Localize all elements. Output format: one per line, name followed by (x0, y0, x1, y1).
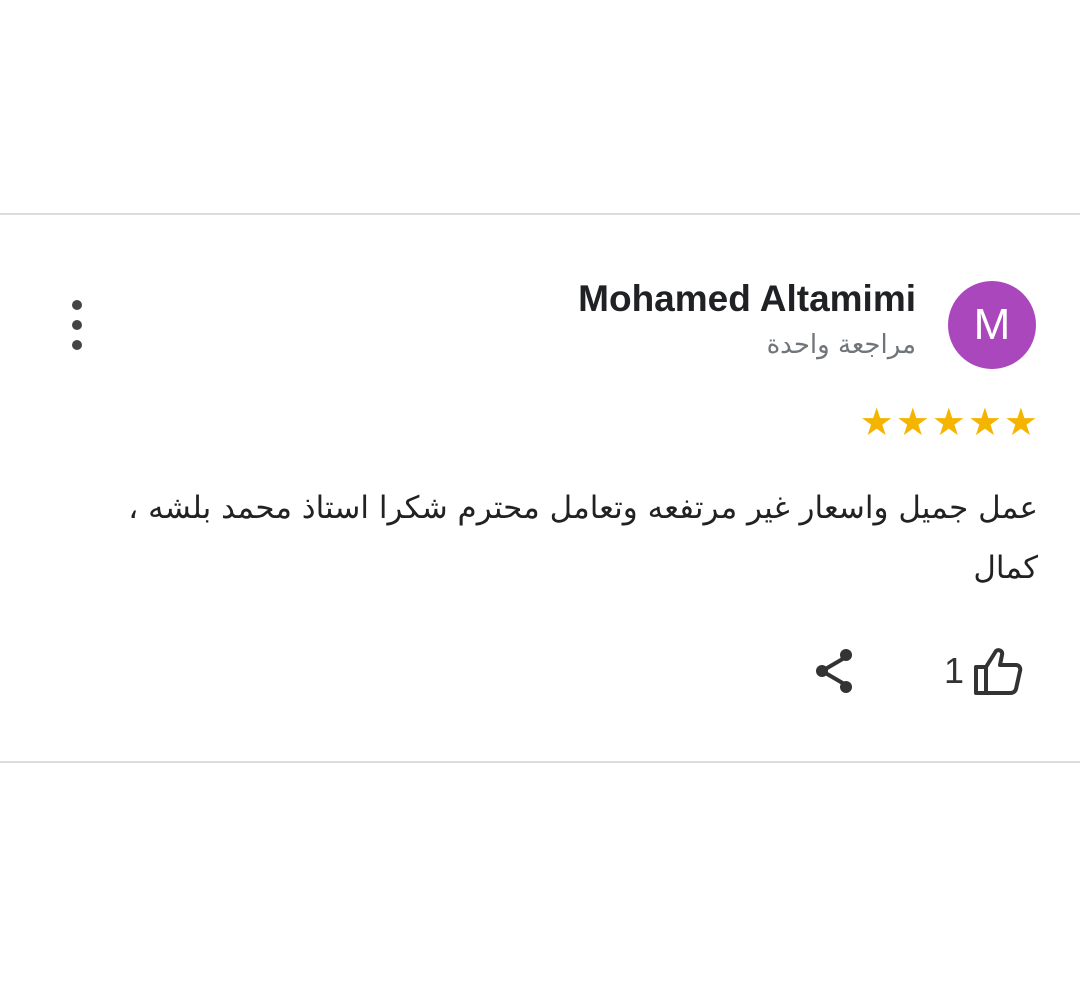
share-icon[interactable] (808, 645, 860, 697)
top-divider (0, 213, 1080, 215)
star-icon: ★ (931, 400, 966, 444)
thumb-up-icon (972, 645, 1024, 697)
more-vert-icon-dot (72, 340, 82, 350)
star-icon: ★ (967, 400, 1002, 444)
more-vert-icon (72, 300, 82, 310)
more-options-button[interactable] (62, 300, 92, 350)
star-rating: ★ ★ ★ ★ ★ (860, 400, 1038, 444)
reviewer-name[interactable]: Mohamed Altamimi (578, 278, 916, 320)
star-icon: ★ (895, 400, 930, 444)
bottom-divider (0, 761, 1080, 763)
star-icon: ★ (859, 400, 894, 444)
avatar[interactable]: M (948, 281, 1036, 369)
more-vert-icon-dot (72, 320, 82, 330)
like-button[interactable]: 1 (944, 643, 1024, 699)
star-icon: ★ (1003, 400, 1038, 444)
review-count-label: مراجعة واحدة (766, 330, 916, 360)
like-count: 1 (944, 650, 965, 691)
review-text: عمل جميل واسعار غير مرتفعه وتعامل محترم … (128, 490, 1038, 586)
